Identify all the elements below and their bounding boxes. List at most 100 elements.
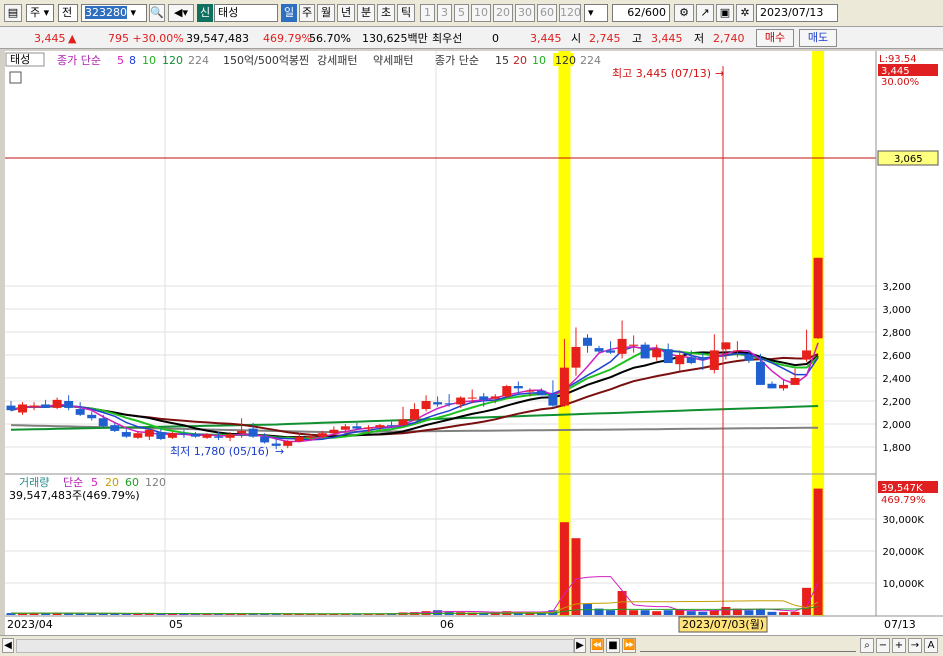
candle-body xyxy=(329,429,339,434)
volume-bar xyxy=(813,488,823,615)
candle-body xyxy=(502,386,512,397)
candle-body xyxy=(64,401,74,408)
candle-body xyxy=(467,397,477,399)
candle-body xyxy=(444,403,454,405)
stock-name-field[interactable]: 태성 xyxy=(214,4,278,22)
period-second[interactable]: 초 xyxy=(377,4,395,22)
volume-tick-label: 10,000K xyxy=(882,579,924,590)
price-tick-label: 3,200 xyxy=(882,282,911,293)
volume-bar xyxy=(790,611,800,615)
candle-body xyxy=(663,349,673,364)
volume-axis-value: 39,547K xyxy=(881,483,923,494)
price-tick-label: 3,000 xyxy=(882,305,911,316)
sell-button[interactable]: 매도 xyxy=(799,29,837,47)
legend-weak: 약세패턴 xyxy=(373,53,413,67)
legend-ma120b: 120 xyxy=(555,54,576,67)
buy-button[interactable]: 매수 xyxy=(756,29,794,47)
candle-body xyxy=(779,384,789,389)
volume-value-label: 39,547,483주(469.79%) xyxy=(9,489,140,502)
count-total: /600 xyxy=(641,6,666,19)
indicator-icon[interactable]: ⚙ xyxy=(674,4,694,22)
volume-ma5: 5 xyxy=(91,476,98,489)
volume-bar xyxy=(433,610,443,615)
code-input[interactable]: 323280 ▾ xyxy=(81,4,147,22)
speaker-icon[interactable]: ◀▾ xyxy=(168,4,194,22)
date-field[interactable]: 2023/07/13 xyxy=(756,4,838,22)
period-month[interactable]: 월 xyxy=(317,4,335,22)
num-3[interactable]: 3 xyxy=(437,4,452,22)
candle-body xyxy=(398,419,408,426)
candle-body xyxy=(340,426,350,430)
font-size-icon[interactable]: A xyxy=(924,638,938,653)
count-field[interactable]: 62/600 xyxy=(612,4,670,22)
legend-ma10b: 10 xyxy=(532,54,546,67)
low-arrow-icon: → xyxy=(275,445,284,458)
table-icon[interactable] xyxy=(9,71,22,84)
price-tick-label: 2,200 xyxy=(882,397,911,408)
period-week[interactable]: 주 xyxy=(299,4,315,22)
zoom-slider[interactable] xyxy=(640,639,856,652)
candle-body xyxy=(698,357,708,360)
candle-body xyxy=(456,397,466,405)
open-price: 2,745 xyxy=(589,32,621,45)
zoom-out-icon[interactable]: − xyxy=(876,638,890,653)
num-20[interactable]: 20 xyxy=(493,4,513,22)
market-select[interactable]: 주 ▾ xyxy=(26,4,54,22)
volume-bar xyxy=(744,610,754,615)
candle-body xyxy=(709,350,719,370)
search-icon[interactable]: ⌕ xyxy=(860,638,874,653)
save-icon[interactable]: ▣ xyxy=(716,4,734,22)
high-price: 3,445 xyxy=(651,32,683,45)
x-label-apr: 2023/04 xyxy=(7,618,53,631)
candle-body xyxy=(6,405,16,411)
move-icon[interactable]: → xyxy=(908,638,922,653)
layout-icon[interactable]: ▤ xyxy=(4,4,22,22)
search-icon[interactable]: 🔍 xyxy=(149,4,165,22)
num-60[interactable]: 60 xyxy=(537,4,557,22)
candle-body xyxy=(179,433,189,435)
legend-ma10: 10 xyxy=(142,54,156,67)
period-tick[interactable]: 틱 xyxy=(397,4,415,22)
candle-body xyxy=(75,409,85,415)
legend-ma-label: 종가 단순 xyxy=(57,54,101,67)
period-day[interactable]: 일 xyxy=(281,4,297,22)
num-5[interactable]: 5 xyxy=(454,4,469,22)
num-1[interactable]: 1 xyxy=(420,4,435,22)
volume-bar xyxy=(802,587,812,615)
name-tag: 태성 xyxy=(10,53,30,66)
trend-icon[interactable]: ↗ xyxy=(696,4,714,22)
scroll-right-icon[interactable]: ▶ xyxy=(574,638,586,653)
legend-ma224b: 224 xyxy=(580,54,601,67)
period-type-value: 전 xyxy=(62,6,73,19)
pref-value: 0 xyxy=(492,32,499,45)
x-label-right: 07/13 xyxy=(884,618,916,631)
candle-body xyxy=(352,426,362,429)
candle-body xyxy=(52,399,62,408)
volume-bar xyxy=(663,610,673,615)
period-type-select[interactable]: 전 xyxy=(58,4,78,22)
candle-body xyxy=(594,348,604,352)
period-minute[interactable]: 분 xyxy=(357,4,375,22)
toolbar: ▤ 주 ▾ 전 323280 ▾ 🔍 ◀▾ 신 태성 일 주 월 년 분 초 틱… xyxy=(0,0,943,27)
zoom-in-icon[interactable]: + xyxy=(892,638,906,653)
rewind-icon[interactable]: ⏪ xyxy=(590,638,604,653)
price-tick-label: 2,600 xyxy=(882,351,911,362)
scroll-left-icon[interactable]: ◀ xyxy=(2,638,14,653)
candle-body xyxy=(479,396,489,400)
scrollbar-track[interactable] xyxy=(16,639,574,653)
legend-strong: 강세패턴 xyxy=(317,54,357,67)
scroll-footer: ◀ ▶ ⏪ ■ ⏩ ⌕ − + → A xyxy=(0,635,943,656)
num-120[interactable]: 120 xyxy=(559,4,581,22)
forward-icon[interactable]: ⏩ xyxy=(622,638,636,653)
candle-body xyxy=(190,434,200,437)
candle-body xyxy=(29,405,39,407)
custom-num-select[interactable]: ▾ xyxy=(584,4,608,22)
num-30[interactable]: 30 xyxy=(515,4,535,22)
stock-chart[interactable]: 태성 종가 단순 5 8 10 120 224 150억/500억봉찐 강세패턴… xyxy=(5,51,943,635)
gear-icon[interactable]: ✲ xyxy=(736,4,754,22)
turnover-rate: 56.70% xyxy=(309,32,351,45)
stop-icon[interactable]: ■ xyxy=(606,638,620,653)
price-tick-label: 1,800 xyxy=(882,443,911,454)
period-year[interactable]: 년 xyxy=(337,4,355,22)
num-10[interactable]: 10 xyxy=(471,4,491,22)
